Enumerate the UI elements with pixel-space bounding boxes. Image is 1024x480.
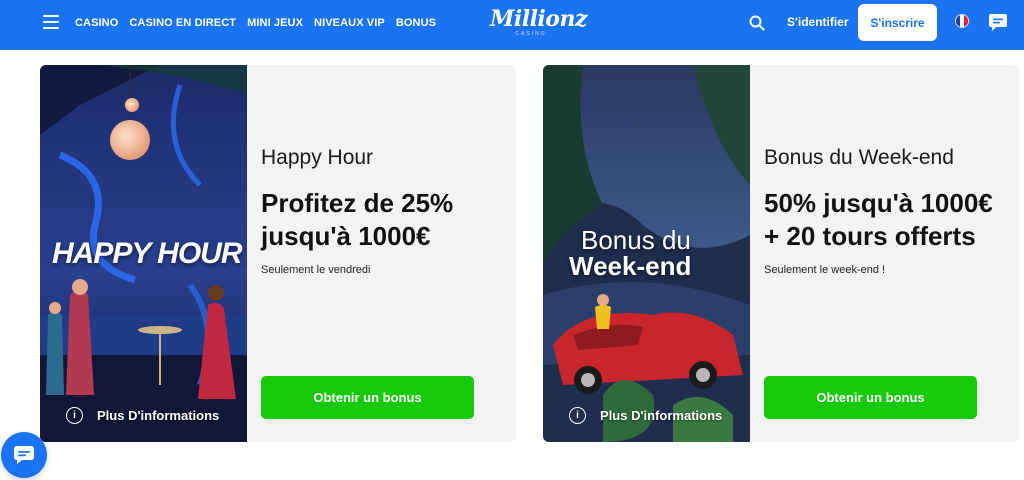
card-title: Bonus du Week-end bbox=[764, 146, 954, 169]
menu-icon[interactable] bbox=[43, 15, 59, 29]
info-icon: i bbox=[66, 407, 83, 424]
weekend-bonus-image[interactable]: Bonus du Week-end i Plus D'informations bbox=[543, 65, 750, 442]
chat-icon[interactable] bbox=[988, 12, 1008, 32]
get-bonus-button[interactable]: Obtenir un bonus bbox=[261, 376, 474, 419]
card-note: Seulement le vendredi bbox=[261, 264, 371, 276]
card-headline: 50% jusqu'à 1000€ + 20 tours offerts bbox=[764, 188, 993, 251]
top-header: CASINO CASINO EN DIRECT MINI JEUX NIVEAU… bbox=[0, 0, 1024, 50]
card-body: Bonus du Week-end 50% jusqu'à 1000€ + 20… bbox=[764, 65, 1019, 442]
card-headline: Profitez de 25% jusqu'à 1000€ bbox=[261, 188, 454, 251]
more-info-label: Plus D'informations bbox=[600, 408, 723, 423]
happy-hour-image-title: HAPPY HOUR bbox=[52, 237, 242, 270]
login-button[interactable]: S'identifier bbox=[787, 15, 849, 29]
more-info-link[interactable]: i Plus D'informations bbox=[66, 407, 219, 424]
more-info-label: Plus D'informations bbox=[97, 408, 220, 423]
happy-hour-image[interactable]: HAPPY HOUR i Plus D'informations bbox=[40, 65, 247, 442]
signup-button[interactable]: S'inscrire bbox=[858, 4, 937, 41]
nav-item-live-casino[interactable]: CASINO EN DIRECT bbox=[129, 17, 236, 29]
info-icon: i bbox=[569, 407, 586, 424]
nav-item-mini-games[interactable]: MINI JEUX bbox=[247, 17, 303, 29]
nav-item-bonus[interactable]: BONUS bbox=[396, 17, 436, 29]
card-body: Happy Hour Profitez de 25% jusqu'à 1000€… bbox=[261, 65, 516, 442]
search-icon[interactable] bbox=[749, 15, 765, 31]
more-info-link[interactable]: i Plus D'informations bbox=[569, 407, 722, 424]
language-flag-icon[interactable] bbox=[955, 14, 969, 28]
nav-item-vip-levels[interactable]: NIVEAUX VIP bbox=[314, 17, 385, 29]
card-title: Happy Hour bbox=[261, 146, 374, 169]
card-note: Seulement le week-end ! bbox=[764, 264, 886, 276]
main-nav: CASINO CASINO EN DIRECT MINI JEUX NIVEAU… bbox=[75, 0, 436, 46]
get-bonus-button[interactable]: Obtenir un bonus bbox=[764, 376, 977, 419]
chat-bubble-icon bbox=[14, 446, 34, 464]
support-chat-button[interactable] bbox=[1, 432, 47, 478]
nav-item-casino[interactable]: CASINO bbox=[75, 17, 118, 29]
logo-wordmark: Millionz bbox=[490, 6, 587, 32]
weekend-image-title-line2: Week-end bbox=[569, 251, 692, 281]
promo-card-weekend-bonus: Bonus du Week-end i Plus D'informations … bbox=[543, 65, 1019, 442]
brand-logo[interactable]: Millionz CASINO bbox=[490, 6, 587, 38]
promo-card-happy-hour: HAPPY HOUR i Plus D'informations Happy H… bbox=[40, 65, 516, 442]
